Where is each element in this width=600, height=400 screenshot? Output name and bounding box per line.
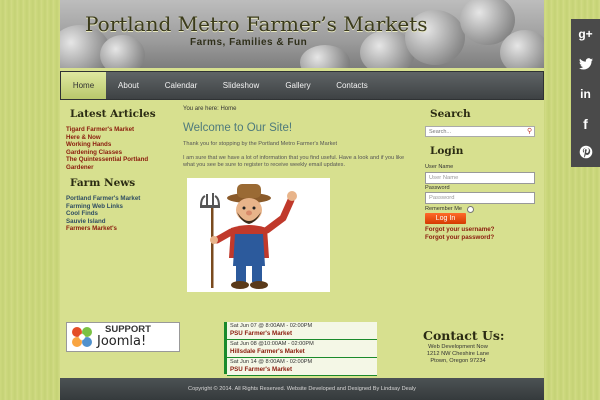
site-footer: Copyright © 2014. All Rights Reserved. W… [60,378,544,400]
login-button[interactable]: Log In [425,213,466,224]
nav-gallery[interactable]: Gallery [275,72,321,99]
list-item[interactable]: Here & Now [66,134,148,142]
farm-news-title: Farm News [70,177,136,189]
event-date: Sat Jun 08 @10:00AM - 02:00PM [230,341,314,347]
nav-home[interactable]: Home [61,72,106,99]
password-label: Password [425,185,450,191]
vegetable-image [500,30,544,68]
list-item[interactable]: Gardening Classes [66,149,148,157]
joomla-support-badge[interactable]: SUPPORT Joomla! [66,322,180,352]
events-list: Sat Jun 07 @ 8:00AM - 02:00PM PSU Farmer… [224,322,377,376]
site-title[interactable]: Portland Metro Farmer’s Markets [85,12,428,36]
copyright-text: Copyright © 2014. All Rights Reserved. W… [188,386,416,392]
linkedin-icon[interactable]: in [571,79,600,109]
list-item[interactable]: Sauvie Island [66,218,140,226]
username-label: User Name [425,164,454,170]
latest-articles-title: Latest Articles [70,108,156,120]
intro-text: Thank you for stopping by the Portland M… [183,141,338,147]
breadcrumb: You are here: Home [183,106,237,112]
site-header: Portland Metro Farmer’s Markets Farms, F… [60,0,544,68]
search-title: Search [430,108,471,120]
event-name[interactable]: PSU Farmer's Market [227,330,377,338]
farm-news-list: Portland Farmer's Market Farming Web Lin… [66,195,140,233]
forgot-password-link[interactable]: Forgot your password? [425,234,494,241]
list-item[interactable]: Sat Jun 08 @10:00AM - 02:00PM Hillsdale … [227,340,377,358]
main-nav: Home About Calendar Slideshow Gallery Co… [60,71,544,100]
list-item[interactable]: Portland Farmer's Market [66,195,140,203]
list-item[interactable]: Gardener [66,164,148,172]
list-item[interactable]: Sat Jun 07 @ 8:00AM - 02:00PM PSU Farmer… [227,322,377,340]
event-date: Sat Jun 14 @ 8:00AM - 02:00PM [230,359,313,365]
nav-calendar[interactable]: Calendar [155,72,207,99]
password-field[interactable]: Password [425,192,535,204]
remember-me-checkbox[interactable] [467,206,474,213]
page-title[interactable]: Welcome to Our Site! [183,122,292,134]
joomla-logo-icon [72,327,92,347]
social-bar: g+ in f [571,19,600,167]
event-name[interactable]: PSU Farmer's Market [227,366,377,374]
vegetable-image [300,45,350,68]
farmer-illustration [187,178,330,292]
twitter-icon[interactable] [571,49,600,79]
list-item[interactable]: Tigard Farmer's Market [66,126,148,134]
facebook-icon[interactable]: f [571,109,600,139]
username-field[interactable]: User Name [425,172,535,184]
contact-line: Web Development Now [428,344,488,350]
google-plus-icon[interactable]: g+ [571,19,600,49]
site-tagline: Farms, Families & Fun [190,37,308,48]
search-input[interactable]: Search... [425,126,535,137]
nav-about[interactable]: About [107,72,150,99]
contact-line: Ptown, Oregon 97234 [430,358,486,364]
forgot-username-link[interactable]: Forgot your username? [425,226,494,233]
latest-articles-list: Tigard Farmer's Market Here & Now Workin… [66,126,148,171]
list-item[interactable]: Farming Web Links [66,203,140,211]
login-title: Login [430,145,464,157]
list-item[interactable]: The Quintessential Portland [66,156,148,164]
pinterest-icon[interactable] [571,137,600,167]
contact-line: 1212 NW Cheshire Lane [426,351,490,357]
list-item[interactable]: Cool Finds [66,210,140,218]
contact-title: Contact Us: [423,328,505,343]
body-text: I am sure that we have a lot of informat… [183,155,405,168]
remember-me-label: Remember Me [425,206,462,212]
event-name[interactable]: Hillsdale Farmer's Market [227,348,377,356]
nav-slideshow[interactable]: Slideshow [214,72,268,99]
list-item[interactable]: Farmers Market's [66,225,140,233]
nav-contacts[interactable]: Contacts [327,72,377,99]
search-icon[interactable]: ⚲ [527,127,532,135]
vegetable-image [100,35,145,68]
event-date: Sat Jun 07 @ 8:00AM - 02:00PM [230,323,313,329]
list-item[interactable]: Working Hands [66,141,148,149]
joomla-name-text: Joomla! [97,334,147,349]
farmer-illustration-svg [200,184,297,289]
list-item[interactable]: Sat Jun 14 @ 8:00AM - 02:00PM PSU Farmer… [227,358,377,376]
